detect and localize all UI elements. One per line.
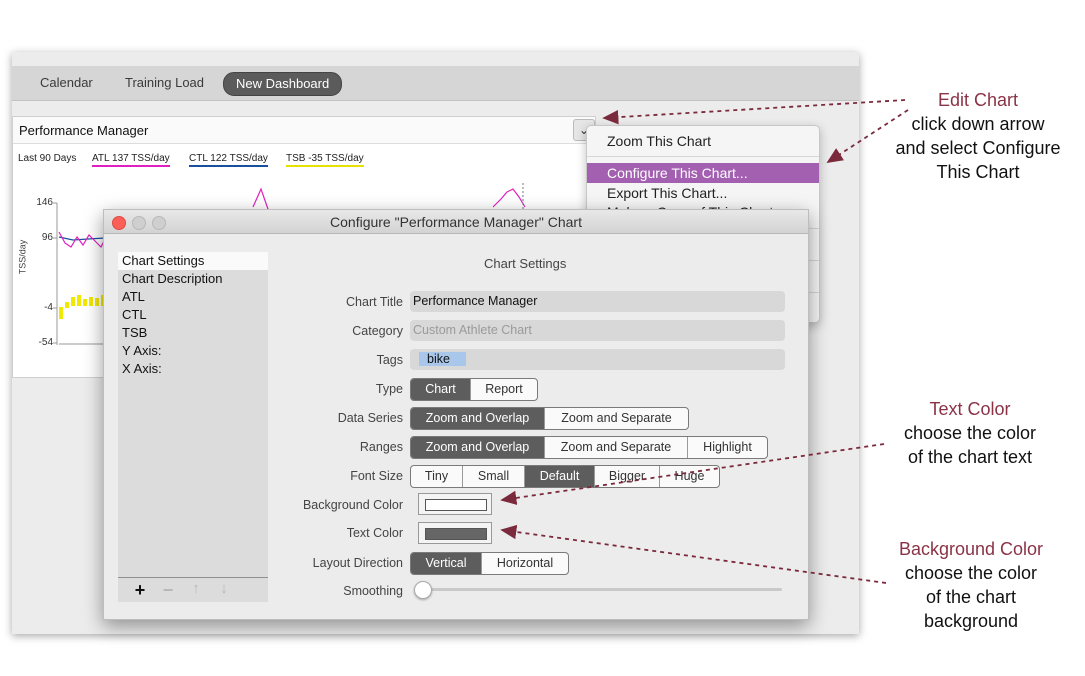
font-size-default[interactable]: Default xyxy=(525,466,595,487)
font-size-huge[interactable]: Huge xyxy=(660,466,719,487)
background-color-swatch xyxy=(425,499,487,511)
layout-vertical[interactable]: Vertical xyxy=(411,553,482,574)
menu-separator xyxy=(587,156,819,157)
annotation-line: background xyxy=(923,611,1019,631)
ranges-highlight[interactable]: Highlight xyxy=(688,437,767,458)
text-color-label: Text Color xyxy=(346,526,403,540)
data-series-zoom-separate[interactable]: Zoom and Separate xyxy=(545,408,688,429)
ranges-segmented: Zoom and Overlap Zoom and Separate Highl… xyxy=(410,436,768,459)
annotation-line: choose the color xyxy=(904,563,1038,583)
type-segmented: Chart Report xyxy=(410,378,538,401)
menu-item-export[interactable]: Export This Chart... xyxy=(587,183,819,203)
tag-chip[interactable]: bike xyxy=(419,352,466,366)
annotation-edit-chart: Edit Chart click down arrow and select C… xyxy=(880,88,1076,184)
atl-series-line-3 xyxy=(492,188,526,208)
remove-icon[interactable]: − xyxy=(158,580,178,601)
sidebar-item-y-axis[interactable]: Y Axis: xyxy=(118,342,268,360)
ranges-zoom-overlap[interactable]: Zoom and Overlap xyxy=(411,437,545,458)
tsb-bars xyxy=(59,295,105,319)
sidebar-item-chart-description[interactable]: Chart Description xyxy=(118,270,268,288)
category-label: Category xyxy=(352,324,403,338)
dialog-titlebar: Configure "Performance Manager" Chart xyxy=(104,210,808,234)
section-title: Chart Settings xyxy=(484,256,567,271)
tab-training-load[interactable]: Training Load xyxy=(113,72,216,94)
sidebar-item-x-axis[interactable]: X Axis: xyxy=(118,360,268,378)
font-size-segmented: Tiny Small Default Bigger Huge xyxy=(410,465,720,488)
annotation-text-color: Text Color choose the color of the chart… xyxy=(880,397,1060,469)
text-color-swatch xyxy=(425,528,487,540)
annotation-line: of the chart text xyxy=(907,447,1033,467)
annotation-line: This Chart xyxy=(936,162,1020,182)
font-size-small[interactable]: Small xyxy=(463,466,525,487)
sidebar-item-tsb[interactable]: TSB xyxy=(118,324,268,342)
text-color-well[interactable] xyxy=(418,522,492,544)
font-size-bigger[interactable]: Bigger xyxy=(595,466,660,487)
sidebar-item-atl[interactable]: ATL xyxy=(118,288,268,306)
font-size-label: Font Size xyxy=(350,469,403,483)
tab-calendar[interactable]: Calendar xyxy=(28,72,105,94)
background-color-well[interactable] xyxy=(418,493,492,515)
category-field[interactable]: Custom Athlete Chart xyxy=(410,320,785,341)
menu-item-configure[interactable]: Configure This Chart... xyxy=(587,163,819,183)
y-tick-marks xyxy=(53,202,57,344)
annotation-line: choose the color xyxy=(903,423,1037,443)
tab-new-dashboard[interactable]: New Dashboard xyxy=(223,72,343,96)
ranges-zoom-separate[interactable]: Zoom and Separate xyxy=(545,437,688,458)
settings-sidebar: Chart Settings Chart Description ATL CTL… xyxy=(118,252,268,602)
sidebar-toolbar: + − ↑ ↓ xyxy=(118,577,268,602)
smoothing-slider-knob[interactable] xyxy=(414,581,432,599)
background-color-label: Background Color xyxy=(302,498,403,512)
data-series-label: Data Series xyxy=(337,411,403,425)
annotation-text-color-heading: Text Color xyxy=(929,399,1011,419)
annotation-background-color: Background Color choose the color of the… xyxy=(876,537,1066,633)
layout-direction-segmented: Vertical Horizontal xyxy=(410,552,569,575)
move-down-icon[interactable]: ↓ xyxy=(214,580,234,597)
data-series-zoom-overlap[interactable]: Zoom and Overlap xyxy=(411,408,545,429)
type-label: Type xyxy=(375,382,403,396)
sidebar-item-chart-settings[interactable]: Chart Settings xyxy=(118,252,268,270)
dialog-title: Configure "Performance Manager" Chart xyxy=(330,214,582,230)
layout-horizontal[interactable]: Horizontal xyxy=(482,553,568,574)
smoothing-slider-track[interactable] xyxy=(420,588,782,591)
configure-dialog: Configure "Performance Manager" Chart Ch… xyxy=(103,209,809,620)
annotation-line: click down arrow xyxy=(911,114,1045,134)
move-up-icon[interactable]: ↑ xyxy=(186,580,206,597)
ctl-series-line xyxy=(58,236,106,241)
font-size-tiny[interactable]: Tiny xyxy=(411,466,463,487)
tab-bar: Calendar Training Load New Dashboard xyxy=(12,66,859,101)
tags-field[interactable]: bike xyxy=(410,349,785,370)
smoothing-label: Smoothing xyxy=(343,584,403,598)
add-icon[interactable]: + xyxy=(130,580,150,601)
layout-direction-label: Layout Direction xyxy=(312,556,403,570)
chart-title-field[interactable]: Performance Manager xyxy=(410,291,785,312)
chart-title-label: Chart Title xyxy=(346,295,403,309)
tags-label: Tags xyxy=(376,353,403,367)
annotation-background-color-heading: Background Color xyxy=(898,539,1044,559)
annotation-line: of the chart xyxy=(925,587,1017,607)
sidebar-item-ctl[interactable]: CTL xyxy=(118,306,268,324)
menu-item-zoom[interactable]: Zoom This Chart xyxy=(587,131,819,151)
type-report-option[interactable]: Report xyxy=(471,379,537,400)
data-series-segmented: Zoom and Overlap Zoom and Separate xyxy=(410,407,689,430)
ranges-label: Ranges xyxy=(359,440,403,454)
annotation-edit-chart-heading: Edit Chart xyxy=(937,90,1019,110)
type-chart-option[interactable]: Chart xyxy=(411,379,471,400)
annotation-line: and select Configure xyxy=(895,138,1061,158)
